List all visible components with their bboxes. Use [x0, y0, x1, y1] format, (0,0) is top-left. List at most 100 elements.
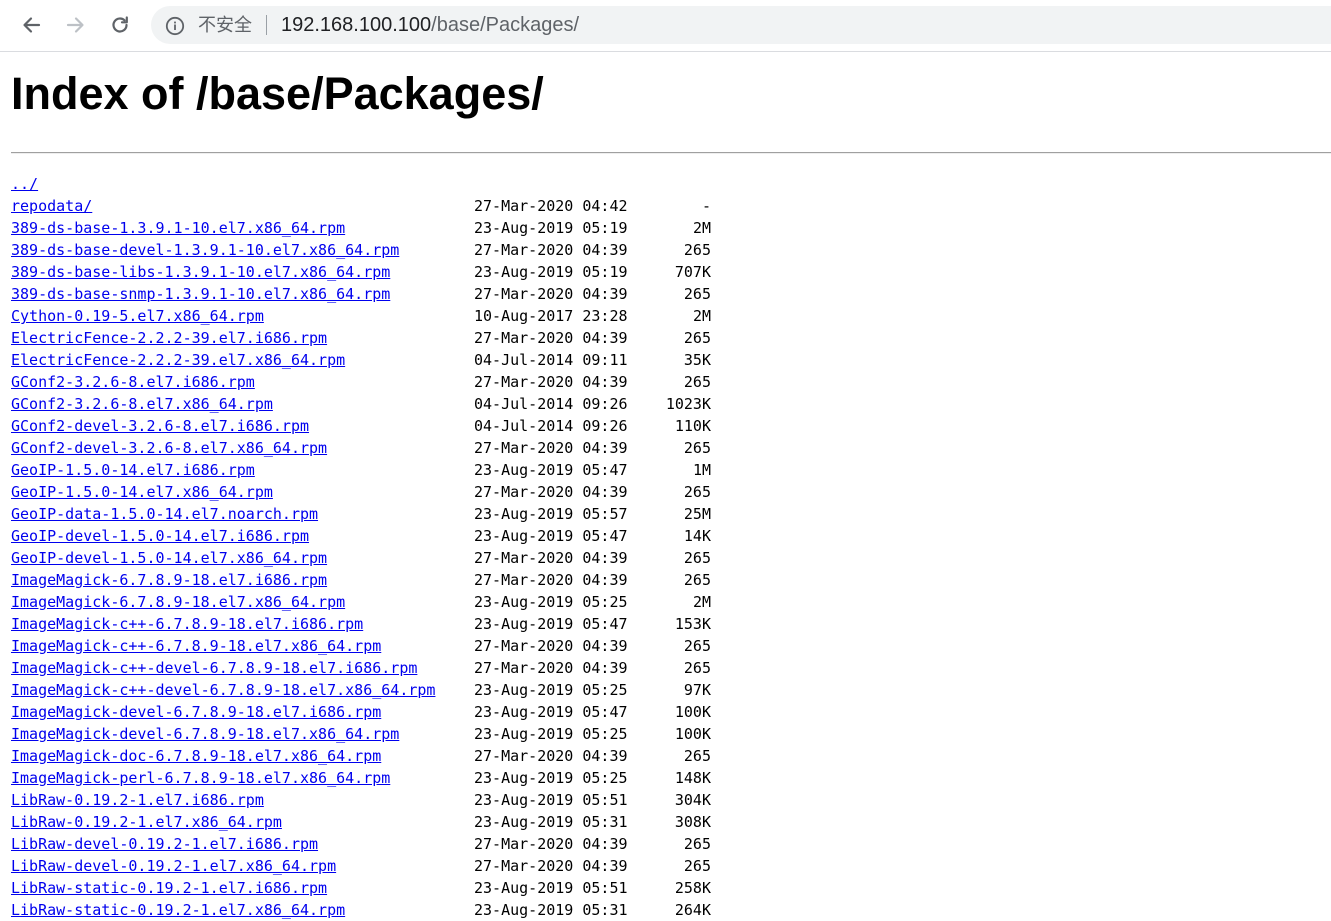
file-date: 23-Aug-2019 05:31	[474, 813, 628, 831]
omnibox-separator	[266, 15, 267, 35]
list-item: 389-ds-base-snmp-1.3.9.1-10.el7.x86_64.r…	[11, 283, 711, 305]
list-item: GConf2-3.2.6-8.el7.x86_64.rpm 04-Jul-2014…	[11, 393, 711, 415]
file-date: 23-Aug-2019 05:47	[474, 615, 628, 633]
file-link[interactable]: ImageMagick-devel-6.7.8.9-18.el7.x86_64.…	[11, 723, 399, 745]
file-link[interactable]: ImageMagick-c++-devel-6.7.8.9-18.el7.x86…	[11, 679, 435, 701]
file-date: 27-Mar-2020 04:39	[474, 483, 628, 501]
file-date: 23-Aug-2019 05:25	[474, 725, 628, 743]
file-link[interactable]: ImageMagick-c++-devel-6.7.8.9-18.el7.i68…	[11, 657, 417, 679]
reload-icon	[112, 16, 128, 33]
file-link[interactable]: 389-ds-base-libs-1.3.9.1-10.el7.x86_64.r…	[11, 261, 390, 283]
file-link[interactable]: GeoIP-devel-1.5.0-14.el7.x86_64.rpm	[11, 547, 327, 569]
forward-button[interactable]	[62, 9, 90, 41]
file-link[interactable]: ImageMagick-devel-6.7.8.9-18.el7.i686.rp…	[11, 701, 381, 723]
file-size: 2M	[692, 593, 711, 611]
file-size: 97K	[683, 681, 711, 699]
list-item: ElectricFence-2.2.2-39.el7.x86_64.rpm 04-…	[11, 349, 711, 371]
list-item: Cython-0.19-5.el7.x86_64.rpm 10-Aug-2017 …	[11, 305, 711, 327]
reload-button[interactable]	[106, 9, 134, 41]
file-link[interactable]: 389-ds-base-1.3.9.1-10.el7.x86_64.rpm	[11, 217, 345, 239]
info-icon[interactable]	[165, 16, 185, 36]
divider	[11, 152, 1331, 154]
file-date: 27-Mar-2020 04:39	[474, 637, 628, 655]
file-size: 265	[683, 329, 711, 347]
file-link[interactable]: LibRaw-devel-0.19.2-1.el7.i686.rpm	[11, 833, 318, 855]
file-link[interactable]: 389-ds-base-devel-1.3.9.1-10.el7.x86_64.…	[11, 239, 399, 261]
security-status-label[interactable]: 不安全	[198, 14, 252, 36]
list-item: GeoIP-devel-1.5.0-14.el7.x86_64.rpm 27-Ma…	[11, 547, 711, 569]
file-date: 27-Mar-2020 04:42	[474, 197, 628, 215]
file-link[interactable]: ElectricFence-2.2.2-39.el7.i686.rpm	[11, 327, 327, 349]
list-item: ../	[11, 173, 711, 195]
file-date: 23-Aug-2019 05:19	[474, 219, 628, 237]
list-item: repodata/27-Mar-2020 04:42 -	[11, 195, 711, 217]
file-size: 707K	[674, 263, 711, 281]
file-link[interactable]: ImageMagick-c++-6.7.8.9-18.el7.x86_64.rp…	[11, 635, 381, 657]
file-link[interactable]: GeoIP-devel-1.5.0-14.el7.i686.rpm	[11, 525, 309, 547]
list-item: LibRaw-static-0.19.2-1.el7.i686.rpm 23-Au…	[11, 877, 711, 899]
file-link[interactable]: 389-ds-base-snmp-1.3.9.1-10.el7.x86_64.r…	[11, 283, 390, 305]
file-date: 23-Aug-2019 05:25	[474, 769, 628, 787]
back-button[interactable]	[17, 9, 45, 41]
file-date: 04-Jul-2014 09:26	[474, 417, 628, 435]
file-link[interactable]: GConf2-3.2.6-8.el7.x86_64.rpm	[11, 393, 273, 415]
file-date: 27-Mar-2020 04:39	[474, 571, 628, 589]
file-date: 27-Mar-2020 04:39	[474, 329, 628, 347]
file-date: 23-Aug-2019 05:31	[474, 901, 628, 919]
list-item: GeoIP-1.5.0-14.el7.x86_64.rpm 27-Mar-2020…	[11, 481, 711, 503]
file-size: 265	[683, 857, 711, 875]
file-size: 265	[683, 483, 711, 501]
file-date: 27-Mar-2020 04:39	[474, 439, 628, 457]
list-item: GeoIP-1.5.0-14.el7.i686.rpm 23-Aug-2019 0…	[11, 459, 711, 481]
file-link[interactable]: ../	[11, 173, 38, 195]
file-date: 04-Jul-2014 09:26	[474, 395, 628, 413]
file-link[interactable]: LibRaw-static-0.19.2-1.el7.x86_64.rpm	[11, 899, 345, 921]
list-item: ImageMagick-c++-devel-6.7.8.9-18.el7.x86…	[11, 679, 711, 701]
file-date: 23-Aug-2019 05:47	[474, 703, 628, 721]
file-link[interactable]: ImageMagick-doc-6.7.8.9-18.el7.x86_64.rp…	[11, 745, 381, 767]
file-date: 04-Jul-2014 09:11	[474, 351, 628, 369]
file-link[interactable]: GConf2-devel-3.2.6-8.el7.i686.rpm	[11, 415, 309, 437]
file-link[interactable]: ImageMagick-6.7.8.9-18.el7.x86_64.rpm	[11, 591, 345, 613]
file-link[interactable]: ImageMagick-c++-6.7.8.9-18.el7.i686.rpm	[11, 613, 363, 635]
file-link[interactable]: ElectricFence-2.2.2-39.el7.x86_64.rpm	[11, 349, 345, 371]
list-item: 389-ds-base-libs-1.3.9.1-10.el7.x86_64.r…	[11, 261, 711, 283]
list-item: ImageMagick-c++-6.7.8.9-18.el7.x86_64.rp…	[11, 635, 711, 657]
forward-arrow-icon	[66, 17, 84, 33]
file-size: 100K	[674, 725, 711, 743]
file-date: 27-Mar-2020 04:39	[474, 835, 628, 853]
list-item: ImageMagick-6.7.8.9-18.el7.i686.rpm 27-Ma…	[11, 569, 711, 591]
file-link[interactable]: GeoIP-data-1.5.0-14.el7.noarch.rpm	[11, 503, 318, 525]
address-bar[interactable]: 不安全 192.168.100.100/base/Packages/	[151, 6, 1331, 44]
file-link[interactable]: GeoIP-1.5.0-14.el7.x86_64.rpm	[11, 481, 273, 503]
list-item: ImageMagick-perl-6.7.8.9-18.el7.x86_64.r…	[11, 767, 711, 789]
file-link[interactable]: repodata/	[11, 195, 92, 217]
file-date: 27-Mar-2020 04:39	[474, 373, 628, 391]
file-link[interactable]: LibRaw-static-0.19.2-1.el7.i686.rpm	[11, 877, 327, 899]
file-size: 35K	[683, 351, 711, 369]
file-date: 27-Mar-2020 04:39	[474, 747, 628, 765]
file-size: 258K	[674, 879, 711, 897]
file-date: 27-Mar-2020 04:39	[474, 549, 628, 567]
list-item: GConf2-3.2.6-8.el7.i686.rpm 27-Mar-2020 0…	[11, 371, 711, 393]
url-text[interactable]: 192.168.100.100/base/Packages/	[281, 13, 579, 37]
list-item: GeoIP-devel-1.5.0-14.el7.i686.rpm 23-Aug-…	[11, 525, 711, 547]
list-item: LibRaw-static-0.19.2-1.el7.x86_64.rpm 23-…	[11, 899, 711, 921]
file-link[interactable]: LibRaw-devel-0.19.2-1.el7.x86_64.rpm	[11, 855, 336, 877]
file-date: 27-Mar-2020 04:39	[474, 241, 628, 259]
file-date: 23-Aug-2019 05:57	[474, 505, 628, 523]
file-link[interactable]: ImageMagick-perl-6.7.8.9-18.el7.x86_64.r…	[11, 767, 390, 789]
file-link[interactable]: GeoIP-1.5.0-14.el7.i686.rpm	[11, 459, 255, 481]
file-size: 265	[683, 835, 711, 853]
file-size: 265	[683, 373, 711, 391]
file-link[interactable]: GConf2-3.2.6-8.el7.i686.rpm	[11, 371, 255, 393]
list-item: ImageMagick-6.7.8.9-18.el7.x86_64.rpm 23-…	[11, 591, 711, 613]
file-link[interactable]: LibRaw-0.19.2-1.el7.x86_64.rpm	[11, 811, 282, 833]
file-date: 23-Aug-2019 05:19	[474, 263, 628, 281]
file-link[interactable]: GConf2-devel-3.2.6-8.el7.x86_64.rpm	[11, 437, 327, 459]
file-size: 265	[683, 439, 711, 457]
file-link[interactable]: ImageMagick-6.7.8.9-18.el7.i686.rpm	[11, 569, 327, 591]
file-link[interactable]: LibRaw-0.19.2-1.el7.i686.rpm	[11, 789, 264, 811]
file-size: 265	[683, 241, 711, 259]
file-link[interactable]: Cython-0.19-5.el7.x86_64.rpm	[11, 305, 264, 327]
